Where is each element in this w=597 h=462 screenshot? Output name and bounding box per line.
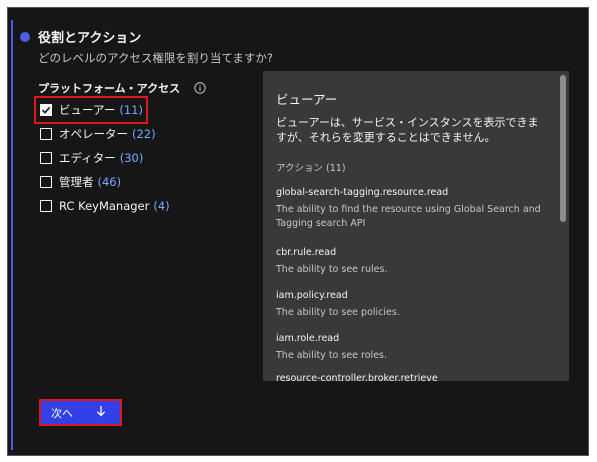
arrow-down-icon	[96, 405, 106, 420]
action-item: iam.role.read The ability to see roles.	[276, 332, 546, 363]
step-indicator-dot	[20, 32, 30, 42]
role-action-count: (46)	[97, 175, 122, 189]
role-name: エディター	[59, 151, 116, 165]
role-detail-description: ビューアーは、サービス・インスタンスを表示できますが、それらを変更することはでき…	[276, 116, 539, 144]
checkbox-icon[interactable]	[40, 176, 52, 188]
step-description: どのレベルのアクセス権限を割り当てますか?	[38, 51, 273, 65]
checkbox-icon[interactable]	[40, 200, 52, 212]
action-item: global-search-tagging.resource.read The …	[276, 186, 546, 231]
role-action-count: (11)	[119, 103, 143, 117]
role-option-viewer[interactable]: ビューアー (11)	[34, 96, 170, 124]
actions-count-label: アクション (11)	[276, 163, 346, 174]
action-item: iam.policy.read The ability to see polic…	[276, 289, 546, 320]
action-name: iam.policy.read	[276, 290, 348, 301]
role-option-editor[interactable]: エディター (30)	[40, 146, 170, 170]
action-description: The ability to see roles.	[276, 350, 388, 361]
step-progress-rail	[11, 20, 13, 450]
action-name: iam.role.read	[276, 333, 340, 344]
role-name: RC KeyManager	[59, 199, 150, 213]
next-button[interactable]: 次へ	[41, 401, 120, 424]
platform-access-label: プラットフォーム・アクセス	[38, 82, 181, 95]
action-name: global-search-tagging.resource.read	[276, 187, 449, 198]
next-button-label: 次へ	[51, 406, 73, 420]
role-action-count: (22)	[132, 127, 156, 141]
detail-scrollbar-thumb[interactable]	[560, 75, 566, 222]
action-description: The ability to see rules.	[276, 264, 388, 275]
role-action-count: (4)	[153, 199, 170, 213]
role-assignment-panel: 役割とアクション どのレベルのアクセス権限を割り当てますか? プラットフォーム・…	[7, 7, 589, 456]
role-detail-title: ビューアー	[276, 92, 338, 107]
role-name: オペレーター	[59, 127, 128, 141]
info-icon[interactable]	[194, 82, 206, 94]
role-name: ビューアー	[59, 103, 116, 117]
action-name: cbr.rule.read	[276, 247, 337, 258]
action-item: resource-controller.broker.retrieve	[276, 372, 546, 381]
step-title: 役割とアクション	[38, 31, 142, 46]
role-list: ビューアー (11) オペレーター (22) エディター (30) 管理者 (4…	[34, 96, 170, 218]
checkbox-checked-icon[interactable]	[40, 104, 52, 116]
action-description: The ability to see policies.	[276, 307, 400, 318]
role-name: 管理者	[59, 175, 94, 189]
role-detail-panel[interactable]: ビューアー ビューアーは、サービス・インスタンスを表示できますが、それらを変更す…	[263, 71, 569, 381]
action-description: The ability to find the resource using G…	[276, 204, 541, 229]
checkbox-icon[interactable]	[40, 152, 52, 164]
role-option-operator[interactable]: オペレーター (22)	[40, 122, 170, 146]
action-item: cbr.rule.read The ability to see rules.	[276, 246, 546, 277]
checkbox-icon[interactable]	[40, 128, 52, 140]
role-option-rc-keymanager[interactable]: RC KeyManager (4)	[40, 194, 170, 218]
role-action-count: (30)	[119, 151, 144, 165]
action-name: resource-controller.broker.retrieve	[276, 373, 438, 381]
platform-access-heading: プラットフォーム・アクセス	[38, 80, 206, 96]
role-option-administrator[interactable]: 管理者 (46)	[40, 170, 170, 194]
